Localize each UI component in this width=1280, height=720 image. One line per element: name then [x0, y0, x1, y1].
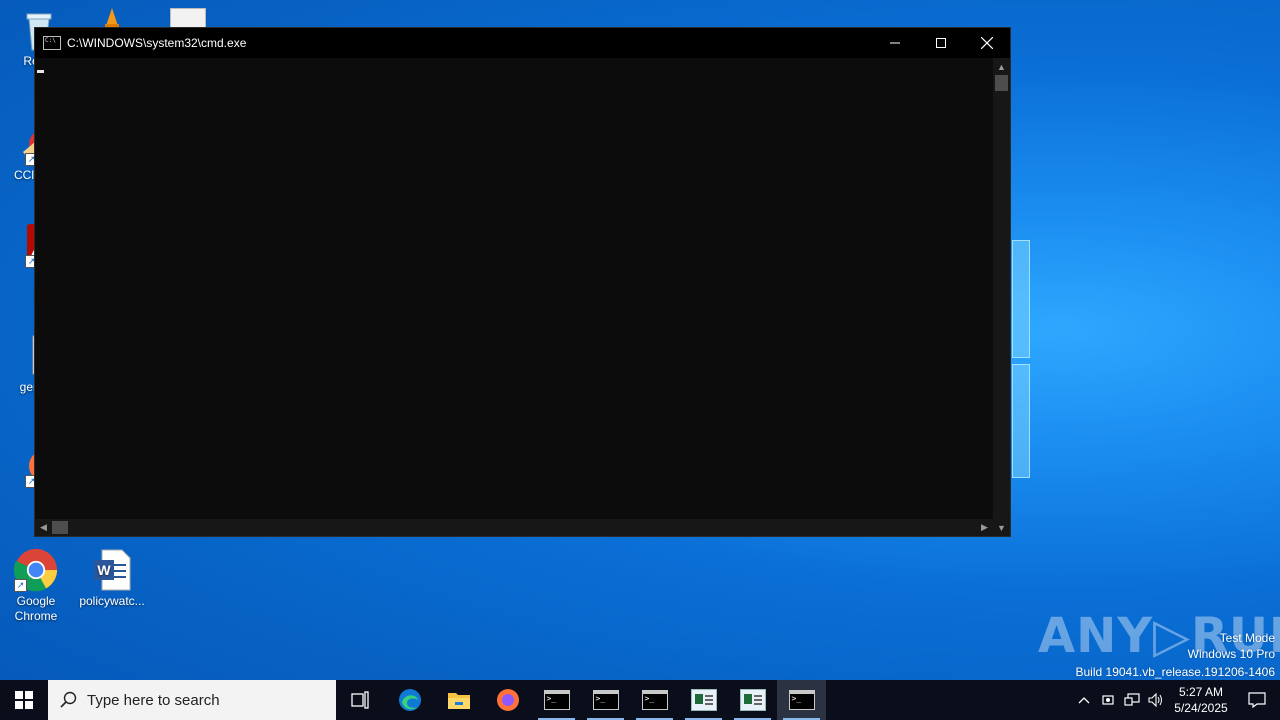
chevron-up-icon [1078, 697, 1090, 704]
watermark-edition: Windows 10 Pro [1187, 647, 1275, 661]
taskbar: Type here to search >_ >_ >_ >_ 5:27 AM … [0, 680, 1280, 720]
vertical-scrollbar[interactable]: ▲ [993, 58, 1010, 519]
volume-button[interactable] [1144, 680, 1168, 720]
maximize-button[interactable] [918, 28, 964, 58]
vertical-scroll-thumb[interactable] [995, 75, 1008, 91]
show-hidden-icons-button[interactable] [1072, 680, 1096, 720]
word-document-icon: W [90, 548, 134, 592]
windows-start-icon [15, 691, 33, 709]
vlc-icon[interactable] [104, 6, 120, 28]
taskbar-firefox[interactable] [483, 680, 532, 720]
taskbar-clock[interactable]: 5:27 AM 5/24/2025 [1168, 684, 1234, 716]
cmd-icon [641, 690, 668, 710]
close-button[interactable] [964, 28, 1010, 58]
desktop-icon-label: Google [16, 594, 56, 608]
edge-icon [398, 689, 421, 711]
taskbar-edge[interactable] [385, 680, 434, 720]
horizontal-scrollbar[interactable]: ◀ ▶ [35, 519, 993, 536]
horizontal-scroll-thumb[interactable] [52, 521, 68, 534]
cmd-window-title: C:\WINDOWS\system32\cmd.exe [67, 36, 247, 50]
notification-icon [1248, 692, 1266, 708]
svg-text:W: W [97, 562, 111, 578]
search-placeholder: Type here to search [87, 691, 220, 709]
desktop-icon-chrome[interactable]: ↗ Google Chrome [1, 548, 71, 624]
taskbar-file-explorer[interactable] [434, 680, 483, 720]
device-icon [1102, 695, 1114, 705]
watermark-build: Build 19041.vb_release.191206-1406 [1075, 665, 1276, 679]
chrome-icon: ↗ [13, 548, 58, 592]
cmd-icon [788, 690, 815, 710]
taskbar-cmd-1[interactable] [532, 680, 581, 720]
cmd-icon [592, 690, 619, 710]
text-cursor [37, 70, 44, 73]
taskbar-search-box[interactable]: Type here to search [48, 680, 336, 720]
task-view-button[interactable] [336, 680, 385, 720]
network-icon [1124, 693, 1140, 706]
console-output-area[interactable] [35, 58, 993, 519]
taskbar-wordpad-1[interactable] [679, 680, 728, 720]
system-tray: 5:27 AM 5/24/2025 [1072, 680, 1280, 720]
cmd-window[interactable]: C:\WINDOWS\system32\cmd.exe ▲ ◀ ▶ ▼ [34, 27, 1011, 537]
folder-icon [447, 693, 470, 709]
close-icon [981, 37, 993, 49]
maximize-icon [936, 38, 946, 48]
taskbar-wordpad-2[interactable] [728, 680, 777, 720]
network-button[interactable] [1120, 680, 1144, 720]
desktop-icon-label: policywatc... [79, 594, 145, 608]
firefox-icon [496, 689, 519, 711]
desktop-icon-label-line2: Chrome [14, 609, 58, 623]
action-center-button[interactable] [1234, 680, 1280, 720]
clock-date: 5/24/2025 [1174, 701, 1228, 715]
minimize-icon [890, 42, 900, 44]
task-view-icon [350, 691, 369, 709]
search-icon [60, 691, 77, 708]
windows-wallpaper-logo [1012, 240, 1030, 480]
scroll-left-arrow-icon[interactable]: ◀ [35, 519, 52, 536]
speaker-icon [1148, 693, 1162, 707]
cmd-icon [543, 690, 570, 710]
clock-time: 5:27 AM [1178, 685, 1224, 699]
wordpad-icon [690, 689, 717, 711]
start-button[interactable] [0, 680, 48, 720]
taskbar-cmd-2[interactable] [581, 680, 630, 720]
scroll-down-arrow-icon[interactable]: ▼ [993, 519, 1010, 536]
cmd-title-bar[interactable]: C:\WINDOWS\system32\cmd.exe [35, 28, 1010, 58]
taskbar-cmd-active[interactable] [777, 680, 826, 720]
scroll-up-arrow-icon[interactable]: ▲ [993, 58, 1010, 75]
wordpad-icon [739, 689, 766, 711]
scroll-right-arrow-icon[interactable]: ▶ [976, 519, 993, 536]
desktop-icon-word-document[interactable]: W policywatc... [77, 548, 147, 609]
cmd-app-icon [43, 36, 61, 50]
tray-device-button[interactable] [1096, 680, 1120, 720]
watermark-test-mode: Test Mode [1219, 631, 1275, 645]
minimize-button[interactable] [872, 28, 918, 58]
taskbar-cmd-3[interactable] [630, 680, 679, 720]
